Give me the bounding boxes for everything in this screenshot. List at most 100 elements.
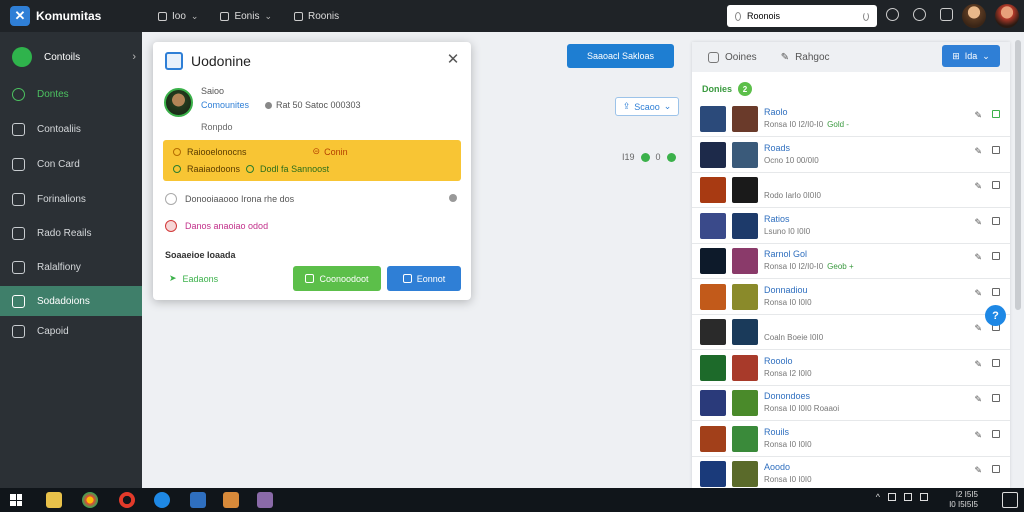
- edge-icon[interactable]: [154, 492, 170, 508]
- list-item[interactable]: Rouils Ronsa I0 I0I0 ✎: [692, 422, 1010, 457]
- pin-icon[interactable]: ✎: [974, 430, 982, 441]
- list-item[interactable]: Rarnol Gol Ronsa I0 I2/I0-I0 Geob + ✎: [692, 244, 1010, 279]
- list-item[interactable]: Donondoes Ronsa I0 I0I0 Roaaoi ✎: [692, 386, 1010, 421]
- grid-icon[interactable]: [992, 429, 1000, 438]
- topnav-item-roonis[interactable]: Roonis: [294, 11, 339, 22]
- pin-icon[interactable]: ✎: [974, 110, 982, 121]
- submit-button[interactable]: Eonnot: [387, 266, 461, 291]
- pin-icon[interactable]: ✎: [974, 146, 982, 157]
- list-item-title[interactable]: Rarnol Gol: [764, 249, 807, 259]
- info-icon[interactable]: [449, 194, 457, 202]
- help-button[interactable]: ?: [985, 305, 1006, 326]
- list-item[interactable]: Raolo Ronsa I0 I2/I0-I0 Gold - ✎: [692, 102, 1010, 137]
- list-item[interactable]: Donnadiou Ronsa I0 I0I0 ✎: [692, 280, 1010, 315]
- list-item-title[interactable]: Ratios: [764, 214, 790, 224]
- info-line[interactable]: Danos anaoiao odod: [165, 220, 268, 232]
- grid-icon[interactable]: [992, 465, 1000, 473]
- banner-link[interactable]: ⊝ Conin: [313, 146, 348, 157]
- close-icon[interactable]: ✕: [445, 52, 461, 68]
- thumbnail-image: [732, 461, 758, 487]
- pin-icon[interactable]: ✎: [974, 217, 982, 228]
- filter-dropdown[interactable]: ⊞ Ida ⌄: [942, 45, 1000, 67]
- sidebar-item-sodadoions[interactable]: Sodadoions: [0, 286, 142, 316]
- notification-center-icon[interactable]: [1002, 492, 1018, 508]
- list-item[interactable]: Coaln Boeie I0I0 ✎: [692, 315, 1010, 350]
- thumbnail-image: [700, 354, 726, 381]
- volume-icon[interactable]: [904, 493, 912, 501]
- pin-icon[interactable]: ✎: [974, 323, 982, 334]
- notification-icon[interactable]: [886, 8, 899, 21]
- topnav-item-eonis[interactable]: Eonis ⌄: [220, 11, 272, 22]
- windows-start-icon[interactable]: [10, 494, 22, 506]
- grid-icon[interactable]: [992, 110, 1000, 118]
- thumbnail-image: [732, 283, 758, 310]
- user-role-link[interactable]: Comounites: [201, 100, 249, 110]
- opera-icon[interactable]: [119, 492, 135, 508]
- list-item-title[interactable]: Donondoes: [764, 391, 810, 401]
- sidebar-item-contoils[interactable]: Contoils ›: [0, 42, 142, 72]
- footer-link[interactable]: ➤ Eadaons: [169, 273, 218, 284]
- game-icon[interactable]: [257, 492, 273, 508]
- alert-banner: Raiooelonocns ⊝ Conin Raaiaodoons Dodl f…: [163, 140, 461, 181]
- grid-icon[interactable]: [992, 358, 1000, 367]
- help-circle-icon[interactable]: [913, 8, 926, 21]
- list-item[interactable]: Rooolo Ronsa I2 I0I0 ✎: [692, 351, 1010, 386]
- list-item-title[interactable]: Rooolo: [764, 356, 793, 366]
- store-icon[interactable]: [190, 492, 206, 508]
- list-item-title[interactable]: Rouils: [764, 427, 789, 437]
- sidebar-item-ralalfiony[interactable]: Ralalfiony: [0, 252, 142, 282]
- grid-icon[interactable]: [992, 394, 1000, 402]
- grid-icon[interactable]: [992, 181, 1000, 189]
- list-item-title[interactable]: Donnadiou: [764, 285, 808, 295]
- chat-icon[interactable]: [940, 8, 953, 21]
- sidebar-item-forinalions[interactable]: Forinalions: [0, 184, 142, 214]
- grid-icon[interactable]: [992, 216, 1000, 225]
- scrollbar[interactable]: [1015, 40, 1021, 310]
- grid-icon[interactable]: [992, 252, 1000, 260]
- grid-icon[interactable]: [992, 287, 1000, 296]
- pin-icon[interactable]: ✎: [974, 181, 982, 192]
- list-item[interactable]: Aoodo Ronsa I0 I0I0 ✎: [692, 457, 1010, 488]
- list-item-subtitle: Coaln Boeie I0I0: [764, 333, 827, 342]
- clock[interactable]: I2 I5I5 I0 I5I5I5: [949, 490, 978, 510]
- topnav-label: Eonis: [234, 10, 260, 22]
- search-input[interactable]: [747, 11, 857, 21]
- list-item-title[interactable]: Roads: [764, 143, 790, 153]
- list-item[interactable]: Rodo Iarlo 0I0I0 ✎: [692, 173, 1010, 208]
- list-item-title[interactable]: Raolo: [764, 107, 788, 117]
- list-item-subtitle: Rodo Iarlo 0I0I0: [764, 191, 825, 200]
- tab-ooines[interactable]: Ooines: [708, 51, 757, 63]
- chevron-up-icon[interactable]: ^: [876, 492, 880, 502]
- confirm-button[interactable]: Coonoodoot: [293, 266, 381, 291]
- user-subtitle: Ronpdo: [201, 122, 233, 132]
- sidebar-item-capoid[interactable]: Capoid: [0, 316, 142, 346]
- battery-icon[interactable]: [920, 493, 928, 501]
- chrome-icon[interactable]: [82, 492, 98, 508]
- primary-action-button[interactable]: Saaoacl Sakloas: [567, 44, 674, 68]
- sidebar-item-con-card[interactable]: Con Card: [0, 149, 142, 179]
- pin-icon[interactable]: ✎: [974, 465, 982, 476]
- brand[interactable]: ✕ Komumitas: [0, 6, 142, 26]
- folder-icon[interactable]: [223, 492, 239, 508]
- list-item[interactable]: Roads Ocno 10 00/0I0 ✎: [692, 138, 1010, 173]
- grid-icon[interactable]: [992, 145, 1000, 154]
- pin-icon[interactable]: ✎: [974, 288, 982, 299]
- avatar-secondary[interactable]: [995, 4, 1019, 28]
- pin-icon[interactable]: ✎: [974, 394, 982, 405]
- sidebar-item-dontes[interactable]: Dontes: [0, 79, 142, 109]
- list-item[interactable]: Ratios Lsuno I0 I0I0 ✎: [692, 209, 1010, 244]
- avatar[interactable]: [962, 4, 986, 28]
- pin-icon[interactable]: ✎: [974, 359, 982, 370]
- pin-icon[interactable]: ✎: [974, 252, 982, 263]
- refresh-icon[interactable]: [863, 11, 869, 21]
- share-button[interactable]: ⇪ Scaoo ⌄: [615, 97, 679, 116]
- brand-logo-icon: ✕: [10, 6, 30, 26]
- topnav-item-ioo[interactable]: Ioo ⌄: [158, 11, 198, 22]
- search-box[interactable]: [727, 5, 877, 27]
- file-explorer-icon[interactable]: [46, 492, 62, 508]
- sidebar-item-rado-reails[interactable]: Rado Reails: [0, 218, 142, 248]
- list-item-title[interactable]: Aoodo: [764, 462, 790, 472]
- network-icon[interactable]: [888, 493, 896, 501]
- sidebar-item-contoaliis[interactable]: Contoaliis: [0, 114, 142, 144]
- tab-rahgoc[interactable]: ✎ Rahgoc: [781, 52, 830, 63]
